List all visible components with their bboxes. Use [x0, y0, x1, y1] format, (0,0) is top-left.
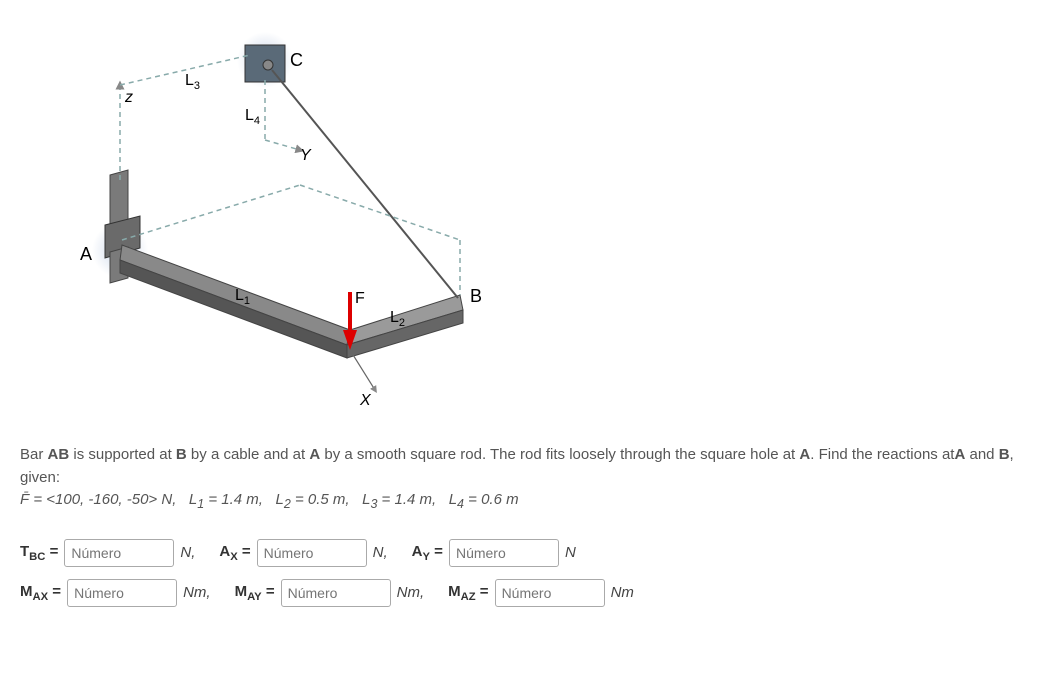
problem-statement: Bar AB is supported at B by a cable and …: [20, 444, 1031, 514]
label-C: C: [290, 50, 303, 70]
maz-input[interactable]: [495, 579, 605, 607]
ay-unit: N: [565, 544, 576, 561]
label-Y: Y: [300, 147, 312, 164]
label-X: X: [359, 392, 372, 409]
tbc-label: TBC =: [20, 543, 58, 563]
diagram-svg: A B C z Y X F L1 L2 L3 L4: [50, 30, 490, 410]
tbc-unit: N,: [180, 544, 195, 561]
problem-diagram: A B C z Y X F L1 L2 L3 L4: [50, 30, 1031, 414]
ay-label: AY =: [412, 543, 443, 563]
svg-text:L3: L3: [185, 72, 200, 92]
label-z: z: [124, 89, 133, 106]
answer-row-2: MAX = Nm, MAY = Nm, MAZ = Nm: [20, 579, 1031, 607]
answer-area: TBC = N, AX = N, AY = N MAX = Nm, MAY = …: [20, 539, 1031, 607]
ax-unit: N,: [373, 544, 388, 561]
label-A: A: [80, 244, 92, 264]
maz-unit: Nm: [611, 584, 634, 601]
tbc-input[interactable]: [64, 539, 174, 567]
maz-label: MAZ =: [448, 583, 488, 603]
ay-input[interactable]: [449, 539, 559, 567]
answer-row-1: TBC = N, AX = N, AY = N: [20, 539, 1031, 567]
svg-text:L4: L4: [245, 107, 260, 127]
max-label: MAX =: [20, 583, 61, 603]
max-input[interactable]: [67, 579, 177, 607]
may-unit: Nm,: [397, 584, 425, 601]
max-unit: Nm,: [183, 584, 211, 601]
ax-label: AX =: [219, 543, 250, 563]
ax-input[interactable]: [257, 539, 367, 567]
may-input[interactable]: [281, 579, 391, 607]
label-F: F: [355, 290, 365, 307]
label-B: B: [470, 286, 482, 306]
may-label: MAY =: [235, 583, 275, 603]
